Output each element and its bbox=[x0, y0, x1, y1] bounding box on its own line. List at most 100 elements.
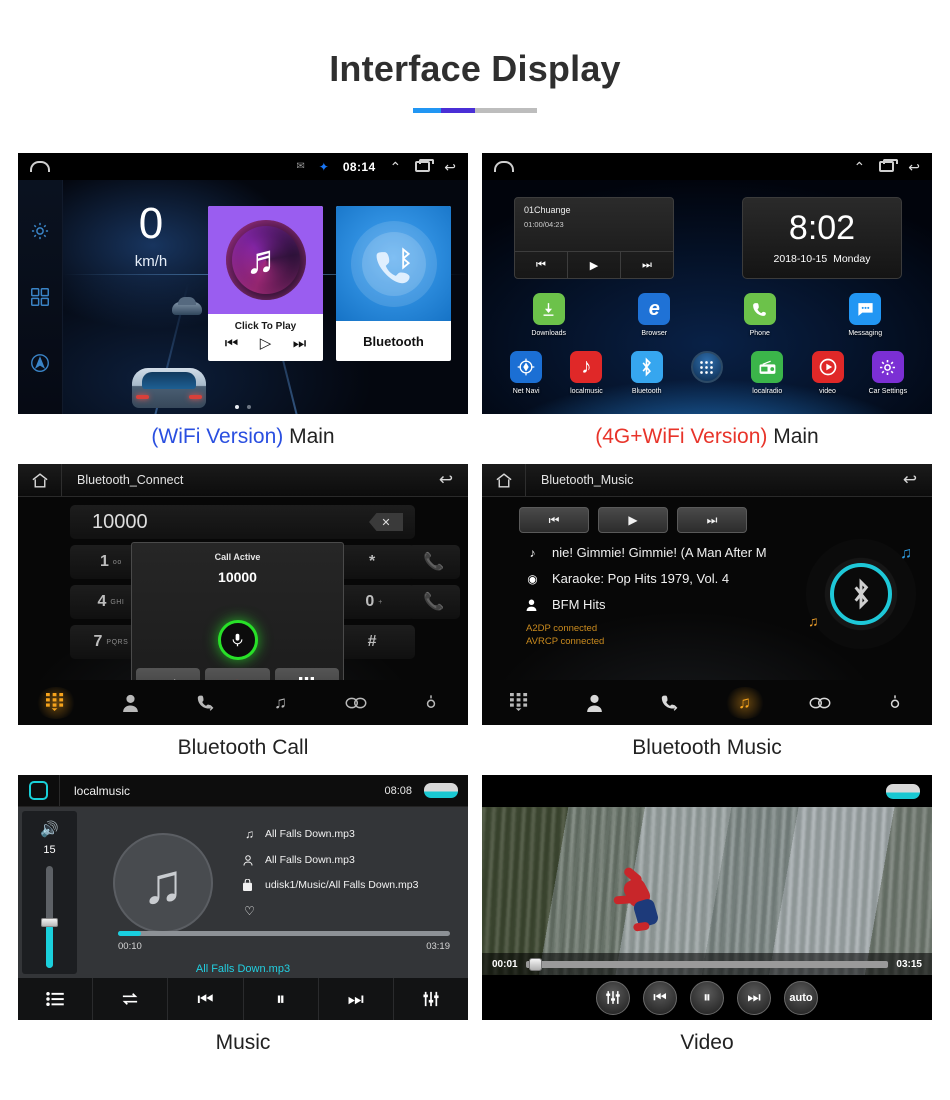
volume-knob[interactable] bbox=[41, 918, 58, 928]
nav-keypad[interactable] bbox=[482, 693, 557, 712]
nav-music[interactable]: ♫ bbox=[707, 686, 782, 719]
home-button[interactable] bbox=[18, 464, 62, 496]
dial-button[interactable]: 📞 bbox=[408, 545, 460, 579]
back-pill-icon[interactable] bbox=[886, 783, 920, 799]
app-video[interactable]: video bbox=[797, 351, 857, 395]
apps-grid-icon[interactable] bbox=[29, 286, 51, 308]
next-button[interactable]: ⏭ bbox=[737, 980, 771, 1015]
next-icon[interactable]: ⏭ bbox=[621, 252, 673, 278]
app-drawer[interactable] bbox=[677, 351, 737, 395]
backspace-icon[interactable]: ✕ bbox=[369, 513, 403, 531]
status-right-cluster: ⌃ ↩ bbox=[854, 159, 920, 174]
disc-icon: ◉ bbox=[527, 571, 538, 586]
caption-bt-music: Bluetooth Music bbox=[632, 736, 782, 759]
nav-call-history[interactable] bbox=[168, 694, 243, 712]
prev-icon[interactable]: ⏮ bbox=[225, 335, 239, 352]
seek-track[interactable] bbox=[525, 957, 889, 971]
pause-button[interactable]: ⏸ bbox=[244, 978, 319, 1020]
nav-contacts[interactable] bbox=[557, 694, 632, 712]
playlist-button[interactable] bbox=[18, 978, 94, 1020]
video-surface[interactable] bbox=[482, 807, 932, 975]
caption-video: Video bbox=[680, 1031, 734, 1054]
key-star[interactable]: * bbox=[333, 545, 415, 579]
prev-icon[interactable]: ⏮ bbox=[515, 252, 568, 278]
equalizer-icon bbox=[605, 990, 621, 1005]
app-bluetooth[interactable]: Bluetooth bbox=[617, 351, 677, 395]
equalizer-button[interactable] bbox=[596, 980, 630, 1015]
grid-row-1: ✉ ✦ 08:14 ⌃ ↩ 0 km/h ♬ Click To Play ⏮ ▷… bbox=[18, 153, 932, 464]
player-widget-controls: ⏮ ▶ ⏭ bbox=[515, 251, 673, 278]
play-icon[interactable]: ▶ bbox=[598, 507, 668, 533]
pause-button[interactable]: ⏸ bbox=[690, 980, 724, 1015]
page-dot-2[interactable] bbox=[247, 405, 251, 409]
key-0[interactable]: 0 + bbox=[333, 585, 415, 619]
play-icon[interactable]: ▶ bbox=[568, 252, 621, 278]
home-button[interactable] bbox=[482, 464, 526, 496]
player-widget[interactable]: 01Chuange 01:00/04:23 ⏮ ▶ ⏭ bbox=[514, 197, 674, 279]
page-dot-1[interactable] bbox=[235, 405, 239, 409]
next-icon[interactable]: ⏭ bbox=[677, 507, 747, 533]
speed-value: 0 bbox=[138, 199, 164, 248]
seek-track[interactable] bbox=[118, 931, 450, 936]
back-icon[interactable]: ↩ bbox=[424, 470, 468, 490]
app-localradio[interactable]: localradio bbox=[737, 351, 797, 395]
nav-keypad[interactable] bbox=[18, 686, 93, 719]
play-icon[interactable]: ▷ bbox=[260, 334, 272, 352]
nav-settings[interactable] bbox=[857, 694, 932, 712]
auto-button[interactable]: auto bbox=[784, 980, 818, 1015]
page-dots bbox=[235, 405, 251, 409]
app-phone[interactable]: Phone bbox=[707, 293, 813, 337]
album-line: ◉ Karaoke: Pop Hits 1979, Vol. 4 bbox=[526, 571, 776, 586]
nav-link[interactable] bbox=[318, 696, 393, 710]
next-button[interactable]: ⏭ bbox=[319, 978, 394, 1020]
track-name: All Falls Down.mp3 bbox=[265, 828, 355, 840]
album-disc: ♬ bbox=[225, 220, 306, 300]
prev-icon[interactable]: ⏮ bbox=[519, 507, 589, 533]
navigation-icon[interactable] bbox=[29, 352, 51, 374]
nav-call-history[interactable] bbox=[632, 694, 707, 712]
back-icon[interactable]: ↩ bbox=[908, 160, 920, 174]
favorite-line[interactable]: ♡ bbox=[243, 904, 418, 918]
home-icon[interactable] bbox=[494, 161, 514, 172]
clock-widget[interactable]: 8:02 2018-10-15 Monday bbox=[742, 197, 902, 279]
app-net-navi[interactable]: Net Navi bbox=[496, 351, 556, 395]
next-icon[interactable]: ⏭ bbox=[293, 335, 307, 352]
collapse-icon[interactable]: ⌃ bbox=[390, 160, 402, 174]
bluetooth-widget-tile[interactable]: Bluetooth bbox=[336, 206, 451, 361]
heart-icon[interactable]: ♡ bbox=[243, 904, 256, 918]
recents-icon[interactable] bbox=[879, 159, 899, 172]
dial-input[interactable]: 10000 ✕ bbox=[70, 505, 415, 539]
repeat-button[interactable] bbox=[93, 978, 169, 1020]
app-localmusic[interactable]: ♪ localmusic bbox=[556, 351, 616, 395]
recents-icon[interactable] bbox=[415, 159, 435, 172]
back-icon[interactable]: ↩ bbox=[888, 470, 932, 490]
key-hash[interactable]: # bbox=[333, 625, 415, 659]
gear-icon[interactable] bbox=[29, 220, 51, 242]
radio-icon bbox=[751, 351, 784, 383]
home-icon[interactable] bbox=[30, 161, 50, 172]
nav-music[interactable]: ♫ bbox=[243, 693, 318, 713]
answer-button[interactable]: 📞 bbox=[408, 585, 460, 619]
app-messaging[interactable]: Messaging bbox=[813, 293, 919, 337]
prev-button[interactable]: ⏮ bbox=[643, 980, 677, 1015]
nav-link[interactable] bbox=[782, 696, 857, 710]
prev-button[interactable]: ⏮ bbox=[168, 978, 244, 1020]
home-button[interactable] bbox=[18, 775, 60, 806]
music-widget-tile[interactable]: ♬ Click To Play ⏮ ▷ ⏭ bbox=[208, 206, 323, 361]
halo-inner bbox=[361, 231, 426, 296]
app-label: Net Navi bbox=[512, 388, 540, 395]
app-browser[interactable]: e Browser bbox=[602, 293, 708, 337]
nav-settings[interactable] bbox=[393, 694, 468, 712]
bluetooth-icon bbox=[630, 351, 663, 383]
app-downloads[interactable]: Downloads bbox=[496, 293, 602, 337]
seek-knob[interactable] bbox=[529, 957, 543, 971]
home-icon bbox=[29, 781, 48, 800]
back-pill-icon[interactable] bbox=[424, 783, 458, 798]
collapse-icon[interactable]: ⌃ bbox=[854, 160, 866, 174]
volume-track[interactable] bbox=[41, 866, 58, 968]
microphone-icon[interactable] bbox=[217, 620, 258, 660]
back-icon[interactable]: ↩ bbox=[444, 160, 456, 174]
nav-contacts[interactable] bbox=[93, 694, 168, 712]
app-car-settings[interactable]: Car Settings bbox=[858, 351, 918, 395]
equalizer-button[interactable] bbox=[394, 978, 468, 1020]
